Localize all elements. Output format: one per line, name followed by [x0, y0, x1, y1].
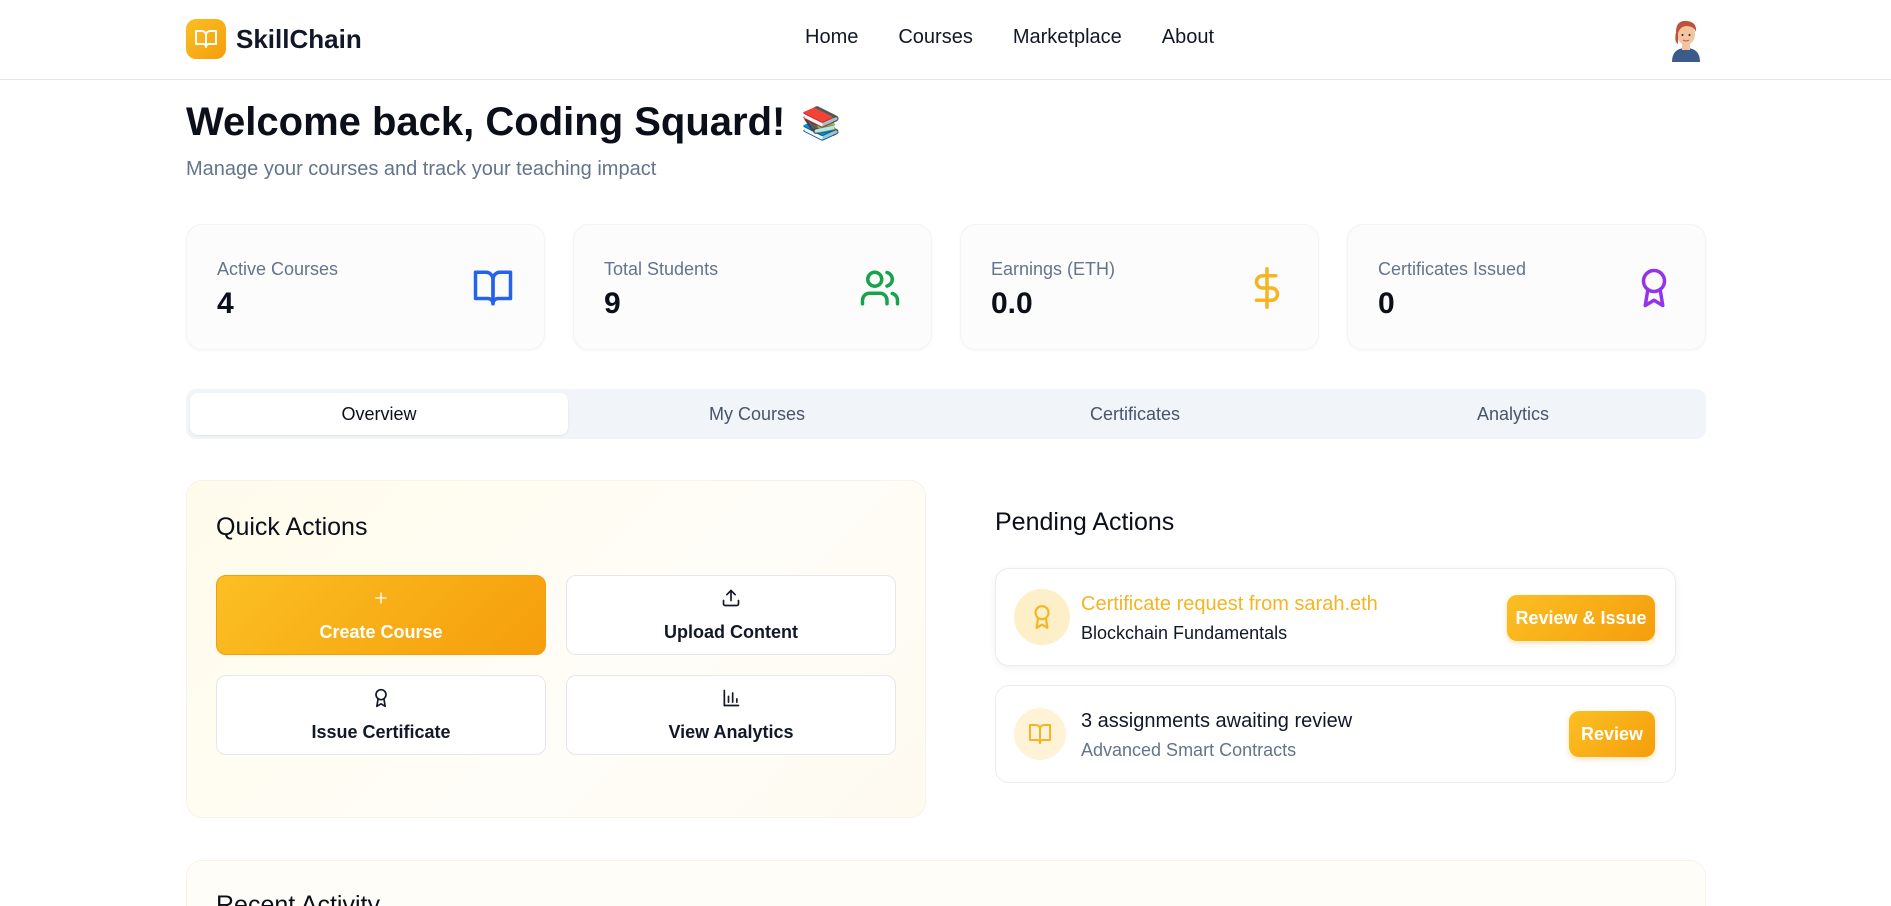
stats-row: Active Courses 4 Total Students 9 Earnin…	[186, 224, 1706, 350]
pending-action-title: 3 assignments awaiting review	[1081, 710, 1353, 732]
main-nav: Home Courses Marketplace About	[805, 26, 1214, 49]
pending-action-item: 3 assignments awaiting review Advanced S…	[995, 685, 1676, 783]
issue-certificate-button[interactable]: Issue Certificate	[216, 675, 546, 755]
review-button[interactable]: Review	[1569, 711, 1655, 757]
users-icon	[860, 270, 900, 306]
recent-activity-card: Recent Activity	[186, 860, 1706, 906]
bar-chart-icon	[723, 689, 740, 706]
stat-label: Certificates Issued	[1378, 259, 1527, 279]
stat-label: Total Students	[604, 259, 719, 279]
stat-card-total-students: Total Students 9	[573, 224, 932, 350]
book-open-icon	[1014, 708, 1066, 760]
pending-action-title: Certificate request from sarah.eth	[1081, 593, 1378, 615]
award-icon	[1014, 589, 1070, 645]
button-label: View Analytics	[668, 721, 794, 742]
quick-actions-title: Quick Actions	[216, 513, 368, 541]
user-avatar[interactable]	[1668, 18, 1704, 62]
recent-activity-title: Recent Activity	[216, 891, 380, 906]
tab-my-courses[interactable]: My Courses	[568, 393, 946, 435]
stat-value: 0	[1378, 287, 1395, 320]
pending-action-subtitle: Blockchain Fundamentals	[1081, 623, 1288, 643]
dollar-icon	[1254, 267, 1280, 309]
quick-actions-grid: Create Course Upload Content Issue Certi…	[216, 575, 896, 755]
stat-card-active-courses: Active Courses 4	[186, 224, 545, 350]
pending-action-subtitle: Advanced Smart Contracts	[1081, 740, 1297, 760]
pending-actions-title: Pending Actions	[995, 508, 1175, 536]
book-open-icon	[473, 270, 513, 306]
stat-label: Earnings (ETH)	[991, 259, 1116, 279]
tab-certificates[interactable]: Certificates	[946, 393, 1324, 435]
dashboard-tabs: Overview My Courses Certificates Analyti…	[186, 389, 1706, 439]
nav-about[interactable]: About	[1162, 26, 1214, 49]
stat-value: 4	[217, 287, 234, 320]
page-title: Welcome back, Coding Squard! 📚	[186, 100, 841, 145]
stat-card-certificates: Certificates Issued 0	[1347, 224, 1706, 350]
upload-content-button[interactable]: Upload Content	[566, 575, 896, 655]
button-label: Upload Content	[664, 621, 798, 642]
button-label: Issue Certificate	[311, 721, 451, 742]
book-logo-icon	[186, 19, 226, 59]
brand[interactable]: SkillChain	[186, 19, 362, 59]
brand-name: SkillChain	[236, 23, 362, 54]
review-issue-button[interactable]: Review & Issue	[1507, 595, 1655, 641]
stat-value: 9	[604, 287, 621, 320]
upload-icon	[722, 589, 740, 606]
quick-actions-card: Quick Actions Create Course Upload Conte…	[186, 480, 926, 818]
welcome-heading: Welcome back, Coding Squard!	[186, 100, 786, 144]
award-icon	[1641, 268, 1667, 308]
nav-home[interactable]: Home	[805, 26, 858, 49]
books-emoji-icon: 📚	[801, 104, 842, 141]
stat-label: Active Courses	[217, 259, 339, 279]
page-subtitle: Manage your courses and track your teach…	[186, 158, 657, 180]
create-course-button[interactable]: Create Course	[216, 575, 546, 655]
plus-icon	[375, 591, 387, 604]
top-navbar: SkillChain Home Courses Marketplace Abou…	[0, 0, 1891, 80]
tab-analytics[interactable]: Analytics	[1324, 393, 1702, 435]
pending-action-item: Certificate request from sarah.eth Block…	[995, 568, 1676, 666]
award-icon	[375, 688, 387, 707]
stat-value: 0.0	[991, 287, 1033, 320]
button-label: Create Course	[319, 621, 443, 642]
nav-marketplace[interactable]: Marketplace	[1013, 26, 1122, 49]
tab-overview[interactable]: Overview	[190, 393, 568, 435]
stat-card-earnings: Earnings (ETH) 0.0	[960, 224, 1319, 350]
nav-courses[interactable]: Courses	[898, 26, 972, 49]
view-analytics-button[interactable]: View Analytics	[566, 675, 896, 755]
